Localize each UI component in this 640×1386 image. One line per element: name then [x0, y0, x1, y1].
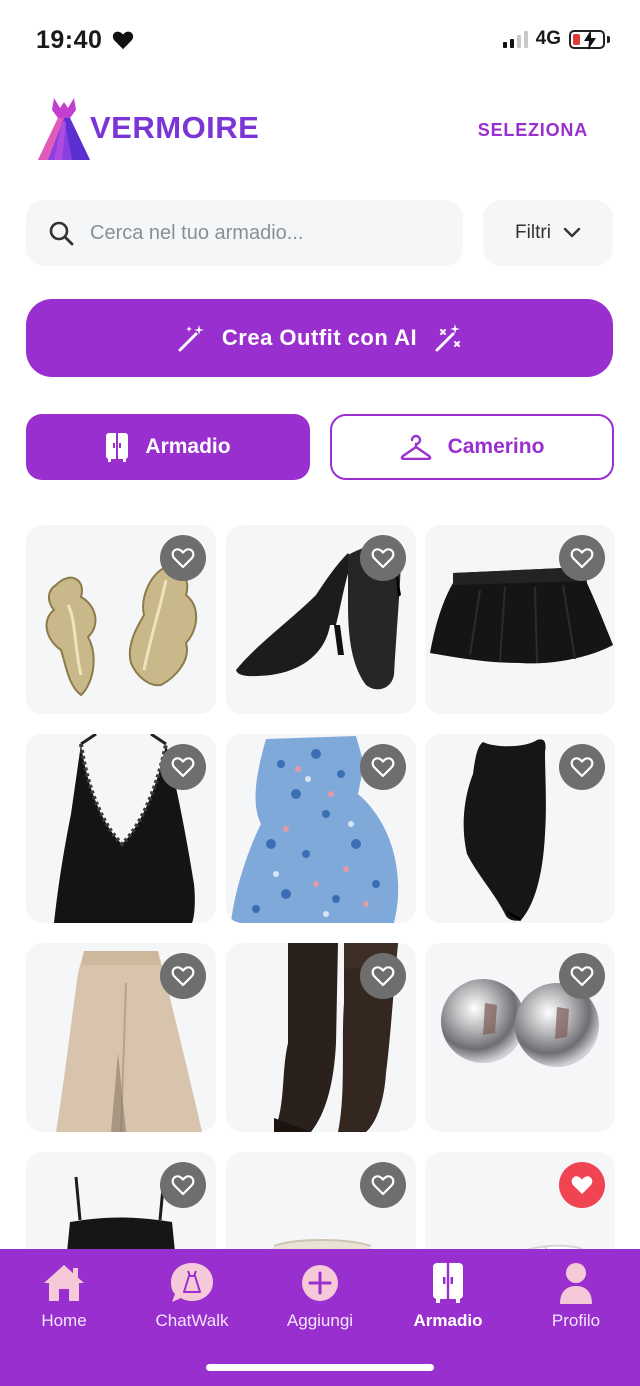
favorite-button[interactable]	[559, 953, 605, 999]
signal-icon	[502, 30, 528, 48]
battery-charging-icon	[569, 29, 605, 50]
network-label: 4G	[535, 28, 561, 49]
create-outfit-ai-button[interactable]: Crea Outfit con AI	[26, 299, 613, 377]
favorite-button[interactable]	[360, 953, 406, 999]
profile-icon	[560, 1263, 592, 1304]
status-indicators: 4G	[502, 28, 610, 50]
heart-outline-icon	[371, 966, 395, 987]
wardrobe-icon	[106, 433, 129, 462]
tab-camerino-label: Camerino	[447, 435, 545, 458]
nav-home-label: Home	[41, 1311, 87, 1330]
nav-armadio[interactable]: Armadio	[388, 1261, 508, 1331]
item-card-brown-boots[interactable]	[226, 943, 416, 1132]
heart-outline-icon	[171, 548, 195, 569]
heart-outline-icon	[570, 548, 594, 569]
heart-outline-icon	[171, 757, 195, 778]
item-card-black-lace-top[interactable]	[26, 734, 216, 923]
nav-armadio-label: Armadio	[413, 1311, 483, 1330]
select-button[interactable]: SELEZIONA	[478, 120, 588, 141]
favorite-button[interactable]	[559, 744, 605, 790]
heart-outline-icon	[371, 1175, 395, 1196]
item-card-blue-floral-dress[interactable]	[226, 734, 416, 923]
plus-icon	[302, 1265, 338, 1301]
heart-outline-icon	[570, 757, 594, 778]
heart-outline-icon	[371, 757, 395, 778]
home-indicator[interactable]	[206, 1364, 434, 1371]
favorite-button[interactable]	[160, 953, 206, 999]
item-card-silver-earrings[interactable]	[425, 943, 615, 1132]
battery-tip	[607, 35, 610, 43]
chevron-down-icon	[563, 227, 581, 238]
heart-outline-icon	[570, 966, 594, 987]
heart-icon	[112, 31, 134, 50]
favorite-button[interactable]	[360, 744, 406, 790]
search-input[interactable]	[90, 221, 430, 245]
nav-chatwalk[interactable]: ChatWalk	[132, 1261, 252, 1331]
filters-label: Filtri	[515, 222, 551, 243]
home-icon	[44, 1265, 84, 1301]
status-bar: 19:40 4G	[0, 0, 640, 80]
favorite-button[interactable]	[160, 1162, 206, 1208]
item-card-beige-skirt[interactable]	[26, 943, 216, 1132]
magic-wand-icon	[178, 325, 204, 352]
heart-outline-icon	[371, 548, 395, 569]
nav-aggiungi-label: Aggiungi	[286, 1311, 354, 1330]
nav-profilo-label: Profilo	[551, 1311, 601, 1330]
item-card-gold-earrings[interactable]	[26, 525, 216, 714]
item-card-black-skirt[interactable]	[425, 525, 615, 714]
brand-name: VERMOIRE	[90, 110, 260, 145]
heart-outline-icon	[171, 966, 195, 987]
nav-aggiungi[interactable]: Aggiungi	[260, 1261, 380, 1331]
logo-dress-icon	[38, 98, 90, 160]
tab-armadio[interactable]: Armadio	[26, 414, 310, 480]
search-bar[interactable]	[26, 200, 463, 266]
sparkle-wand-icon	[435, 324, 461, 352]
nav-home[interactable]: Home	[4, 1261, 124, 1331]
chat-dress-icon	[171, 1263, 213, 1302]
status-time: 19:40	[36, 26, 103, 54]
search-icon	[49, 221, 74, 246]
favorite-button[interactable]	[360, 1162, 406, 1208]
app-header: VERMOIRE SELEZIONA	[36, 92, 606, 168]
favorite-button[interactable]	[160, 744, 206, 790]
favorite-button-active[interactable]	[559, 1162, 605, 1208]
item-card-black-pumps[interactable]	[226, 525, 416, 714]
tab-camerino[interactable]: Camerino	[330, 414, 614, 480]
item-card-black-bodysuit[interactable]	[425, 734, 615, 923]
favorite-button[interactable]	[559, 535, 605, 581]
create-outfit-ai-label: Crea Outfit con AI	[221, 325, 418, 350]
nav-profilo[interactable]: Profilo	[516, 1261, 636, 1331]
hanger-icon	[400, 434, 431, 460]
wardrobe-icon	[433, 1263, 463, 1303]
filters-button[interactable]: Filtri	[483, 200, 613, 266]
heart-filled-icon	[571, 1176, 593, 1194]
favorite-button[interactable]	[360, 535, 406, 581]
nav-chatwalk-label: ChatWalk	[155, 1311, 229, 1330]
tab-armadio-label: Armadio	[145, 435, 231, 458]
heart-outline-icon	[171, 1175, 195, 1196]
favorite-button[interactable]	[160, 535, 206, 581]
